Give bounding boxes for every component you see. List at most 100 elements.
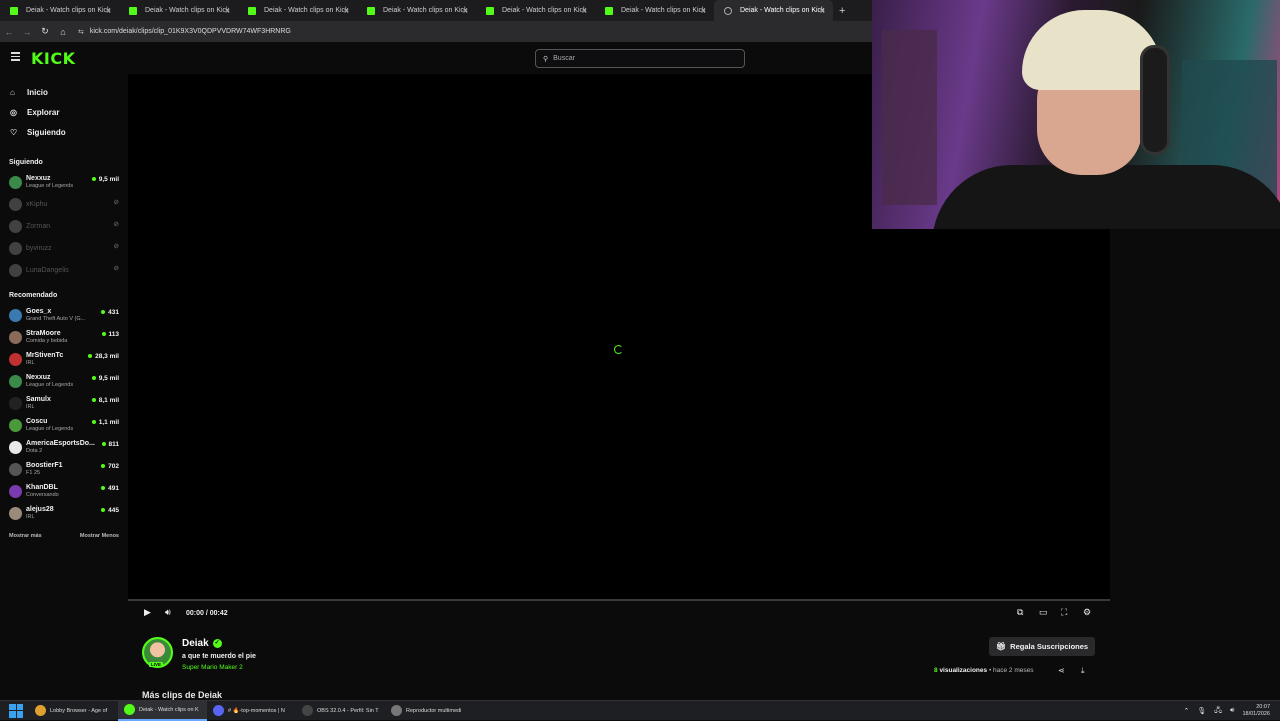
close-icon[interactable]: × xyxy=(701,6,706,16)
pip-icon[interactable]: ⧉ xyxy=(1017,607,1023,618)
channel-item[interactable]: MrStivenTc IRL 28,3 mil xyxy=(0,349,128,371)
browser-tab[interactable]: Deiak - Watch clips on Kick × xyxy=(119,0,238,21)
browser-tab[interactable]: Deiak - Watch clips on Kick × xyxy=(357,0,476,21)
kick-favicon-icon xyxy=(724,6,732,15)
browser-tab-title: Deiak - Watch clips on Kick xyxy=(502,7,587,14)
clip-info: LIVE Deiak ✓ a que te muerdo el pie Super… xyxy=(128,626,1110,700)
close-icon[interactable]: × xyxy=(106,6,111,16)
clock[interactable]: 20:07 18/01/2026 xyxy=(1242,704,1270,718)
time-display: 00:00 / 00:42 xyxy=(186,610,228,617)
menu-icon[interactable] xyxy=(11,52,20,61)
progress-bar[interactable] xyxy=(128,599,1110,601)
show-less-link[interactable]: Mostrar Menos xyxy=(80,533,119,539)
channel-item[interactable]: Nexxuz League of Legends 9,5 mil xyxy=(0,371,128,393)
viewer-count: 9,5 mil xyxy=(92,375,119,382)
back-icon[interactable]: ← xyxy=(0,27,18,37)
close-icon[interactable]: × xyxy=(344,6,349,16)
theater-icon[interactable]: ▭ xyxy=(1039,607,1048,618)
channel-item[interactable]: xKiphu ⊘ xyxy=(0,194,128,216)
channel-category: Dota 2 xyxy=(26,448,43,454)
channel-item[interactable]: BoostierF1 F1 25 702 xyxy=(0,459,128,481)
fullscreen-icon[interactable]: ⛶ xyxy=(1061,607,1067,618)
new-tab-button[interactable]: + xyxy=(839,5,845,17)
channel-item[interactable]: Nexxuz League of Legends 9,5 mil xyxy=(0,172,128,194)
sidebar-item-inicio[interactable]: ⌂ Inicio xyxy=(0,82,128,102)
gift-icon: 🎁︎ xyxy=(996,642,1007,651)
app-icon xyxy=(213,705,224,716)
close-icon[interactable]: × xyxy=(582,6,587,16)
sidebar-item-label: Inicio xyxy=(27,87,48,97)
channel-item[interactable]: Coscu League of Legends 1,1 mil xyxy=(0,415,128,437)
viewer-count: 702 xyxy=(101,463,119,470)
show-more-link[interactable]: Mostrar más xyxy=(9,533,42,539)
home-icon[interactable]: ⌂ xyxy=(54,27,72,37)
channel-item[interactable]: StraMoore Comida y bebida 113 xyxy=(0,327,128,349)
sidebar-item-siguiendo[interactable]: ♡ Siguiendo xyxy=(0,122,128,142)
settings-icon[interactable]: ⚙ xyxy=(1083,607,1091,618)
url-field[interactable]: ⇆ kick.com/deiak/clips/clip_01K9X3V0QDPV… xyxy=(78,28,291,36)
channel-item[interactable]: Zorman ⊘ xyxy=(0,216,128,238)
clip-meta: 8 visualizaciones • hace 2 meses xyxy=(934,667,1034,674)
viewer-count: 811 xyxy=(102,441,120,448)
heart-icon: ♡ xyxy=(10,127,18,137)
channel-item[interactable]: Goes_x Grand Theft Auto V (G... 431 xyxy=(0,305,128,327)
os-taskbar: Lobby Browser - Age of Deiak - Watch clip… xyxy=(0,700,1280,721)
kick-logo[interactable]: KICK xyxy=(31,49,76,68)
play-icon[interactable]: ▶ xyxy=(144,607,151,618)
sidebar-more-row: Mostrar más Mostrar Menos xyxy=(0,533,128,539)
gift-subs-button[interactable]: 🎁︎ Regala Suscripciones xyxy=(989,637,1096,656)
sidebar-item-label: Explorar xyxy=(27,107,60,117)
streamer-name[interactable]: Deiak ✓ xyxy=(182,638,222,649)
viewer-count: 431 xyxy=(101,309,119,316)
taskbar-app[interactable]: Deiak - Watch clips on K xyxy=(118,700,207,721)
microphone-icon[interactable]: 🎙︎ xyxy=(1197,707,1206,715)
channel-item[interactable]: Samulx IRL 8,1 mil xyxy=(0,393,128,415)
browser-tab[interactable]: Deiak - Watch clips on Kick × xyxy=(0,0,119,21)
browser-tab[interactable]: Deiak - Watch clips on Kick × xyxy=(238,0,357,21)
site-header: KICK ⚲ Buscar xyxy=(0,42,872,74)
browser-tab[interactable]: Deiak - Watch clips on Kick × xyxy=(476,0,595,21)
speaker-icon[interactable]: 🔊︎ xyxy=(1230,707,1234,715)
volume-icon[interactable]: 🔊︎ xyxy=(165,607,171,618)
sidebar-item-explorar[interactable]: ◎ Explorar xyxy=(0,102,128,122)
channel-item[interactable]: byviruzz ⊘ xyxy=(0,238,128,260)
channel-item[interactable]: AmericaEsportsDo... Dota 2 811 xyxy=(0,437,128,459)
windows-start-icon[interactable] xyxy=(9,703,23,718)
clip-game-link[interactable]: Super Mario Maker 2 xyxy=(182,664,243,671)
chevron-up-icon[interactable]: ⌃ xyxy=(1183,707,1189,715)
sidebar: ⌂ Inicio ◎ Explorar ♡ Siguiendo Siguiendo Nex… xyxy=(0,74,128,700)
channel-category: IRL xyxy=(26,360,35,366)
browser-tab[interactable]: Deiak - Watch clips on Kick × xyxy=(595,0,714,21)
taskbar-app[interactable]: Lobby Browser - Age of xyxy=(29,701,118,721)
taskbar-app-label: # 🔥-top-momentos | N xyxy=(228,707,285,714)
webcam-overlay xyxy=(872,0,1280,229)
download-icon[interactable]: ⤓ xyxy=(1081,666,1085,676)
site-info-icon[interactable]: ⇆ xyxy=(78,28,84,36)
close-icon[interactable]: × xyxy=(225,6,230,16)
share-icon[interactable]: ⋖ xyxy=(1058,666,1065,675)
taskbar-app[interactable]: OBS 32.0.4 - Perfil: Sin T xyxy=(296,701,385,721)
browser-tab-title: Deiak - Watch clips on Kick xyxy=(264,7,349,14)
network-icon[interactable]: 🖧 xyxy=(1214,706,1222,717)
gift-subs-label: Regala Suscripciones xyxy=(1010,642,1089,651)
channel-avatar xyxy=(9,198,22,211)
close-icon[interactable]: × xyxy=(820,6,825,16)
posted-time: • hace 2 meses xyxy=(988,667,1034,674)
channel-avatar xyxy=(9,353,22,366)
search-input[interactable]: ⚲ Buscar xyxy=(535,49,745,68)
channel-item[interactable]: KhanDBL Conversando 491 xyxy=(0,481,128,503)
taskbar-app[interactable]: Reproductor multimedi xyxy=(385,701,474,721)
sidebar-nav: ⌂ Inicio ◎ Explorar ♡ Siguiendo xyxy=(0,74,128,142)
views-count: 8 xyxy=(934,667,938,674)
close-icon[interactable]: × xyxy=(463,6,468,16)
channel-item[interactable]: LunaDangelis ⊘ xyxy=(0,260,128,282)
viewer-count: 113 xyxy=(102,331,120,338)
address-bar: ← → ↻ ⌂ ⇆ kick.com/deiak/clips/clip_01K9… xyxy=(0,21,872,42)
taskbar-app[interactable]: # 🔥-top-momentos | N xyxy=(207,701,296,721)
forward-icon[interactable]: → xyxy=(18,27,36,37)
channel-item[interactable]: alejus28 IRL 445 xyxy=(0,503,128,525)
reload-icon[interactable]: ↻ xyxy=(36,26,54,37)
browser-tab[interactable]: Deiak - Watch clips on Kick × xyxy=(714,0,833,21)
offline-icon: ⊘ xyxy=(113,221,119,228)
channel-avatar xyxy=(9,485,22,498)
